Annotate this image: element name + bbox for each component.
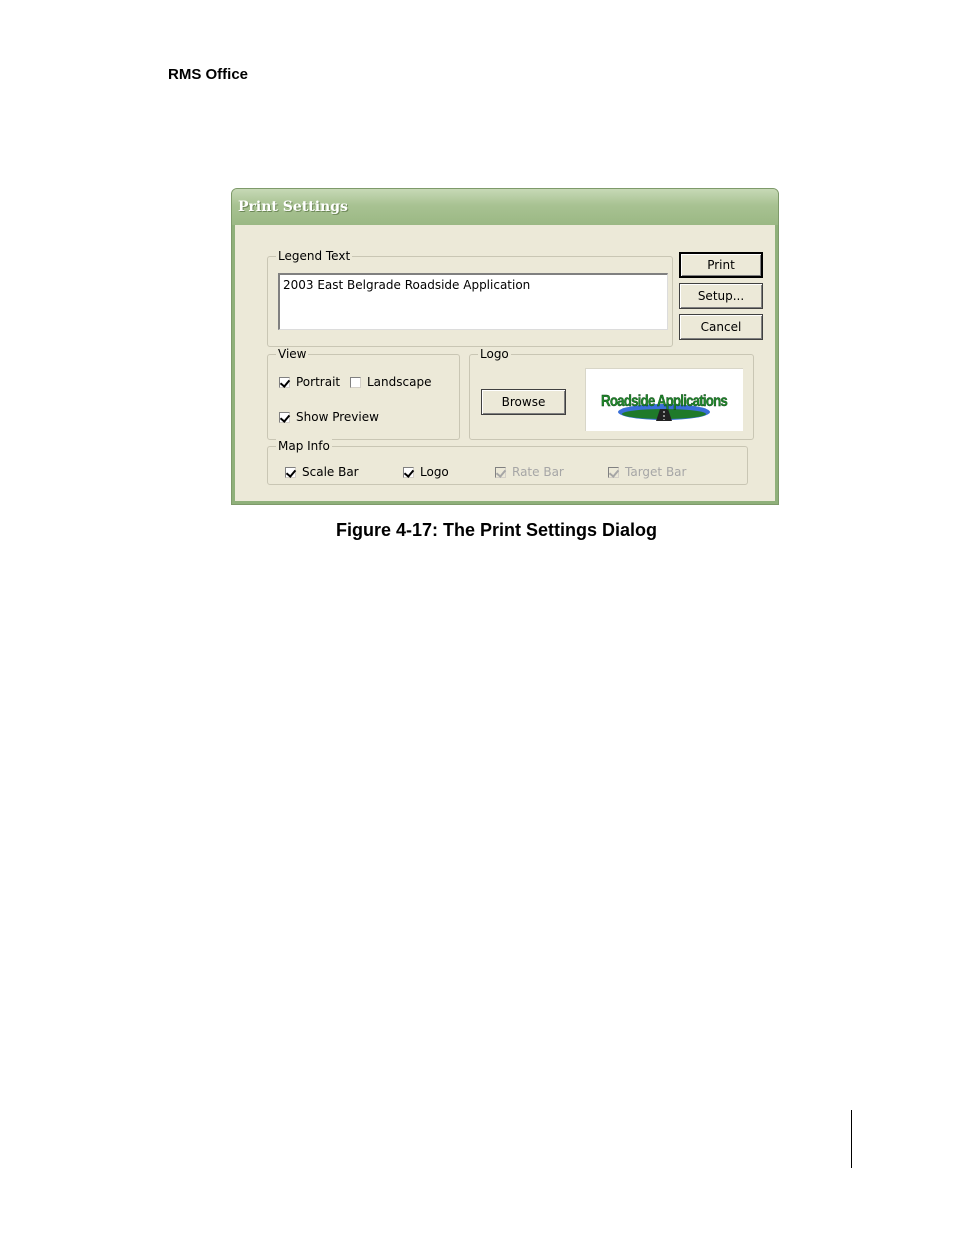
roadside-applications-logo: Roadside Applications [601, 393, 729, 421]
scale-bar-label: Scale Bar [302, 465, 359, 479]
running-header: RMS Office [168, 66, 249, 83]
setup-button[interactable]: Setup... [679, 283, 763, 309]
portrait-checkbox-box[interactable] [279, 376, 290, 388]
show-preview-label: Show Preview [296, 410, 379, 424]
logo-preview-image: Roadside Applications [585, 368, 743, 431]
map-logo-checkbox-box[interactable] [403, 466, 414, 478]
page-margin-rule [851, 1110, 852, 1168]
show-preview-checkbox-box[interactable] [279, 411, 290, 423]
map-logo-checkbox[interactable]: Logo [403, 465, 449, 479]
portrait-label: Portrait [296, 375, 341, 389]
dialog-client-area: Legend Text 2003 East Belgrade Roadside … [236, 225, 774, 500]
portrait-checkbox[interactable]: Portrait [279, 375, 340, 389]
view-group: View [267, 347, 460, 440]
show-preview-checkbox[interactable]: Show Preview [279, 410, 379, 424]
scale-bar-checkbox-box[interactable] [285, 466, 296, 478]
scale-bar-checkbox[interactable]: Scale Bar [285, 465, 359, 479]
view-group-label: View [276, 347, 309, 361]
logo-group-label: Logo [478, 347, 511, 361]
map-info-group-label: Map Info [276, 439, 332, 453]
logo-image-text: Roadside Applications [601, 393, 728, 410]
target-bar-checkbox-box [608, 466, 619, 478]
target-bar-checkbox: Target Bar [608, 465, 686, 479]
print-settings-dialog: Print Settings Legend Text 2003 East Bel… [231, 188, 779, 505]
landscape-label: Landscape [367, 375, 432, 389]
browse-button[interactable]: Browse [481, 389, 566, 415]
legend-text-group-label: Legend Text [276, 249, 353, 263]
rate-bar-checkbox-box [495, 466, 506, 478]
cancel-button[interactable]: Cancel [679, 314, 763, 340]
figure-caption: Figure 4-17: The Print Settings Dialog [336, 520, 658, 540]
target-bar-label: Target Bar [625, 465, 687, 479]
rate-bar-label: Rate Bar [512, 465, 564, 479]
dialog-title: Print Settings [238, 199, 348, 215]
landscape-checkbox[interactable]: Landscape [350, 375, 431, 389]
legend-text-field[interactable]: 2003 East Belgrade Roadside Application [278, 273, 668, 330]
rate-bar-checkbox: Rate Bar [495, 465, 564, 479]
print-button[interactable]: Print [679, 252, 763, 278]
landscape-checkbox-box[interactable] [350, 376, 361, 388]
map-logo-label: Logo [420, 465, 449, 479]
dialog-titlebar[interactable]: Print Settings [232, 189, 778, 225]
